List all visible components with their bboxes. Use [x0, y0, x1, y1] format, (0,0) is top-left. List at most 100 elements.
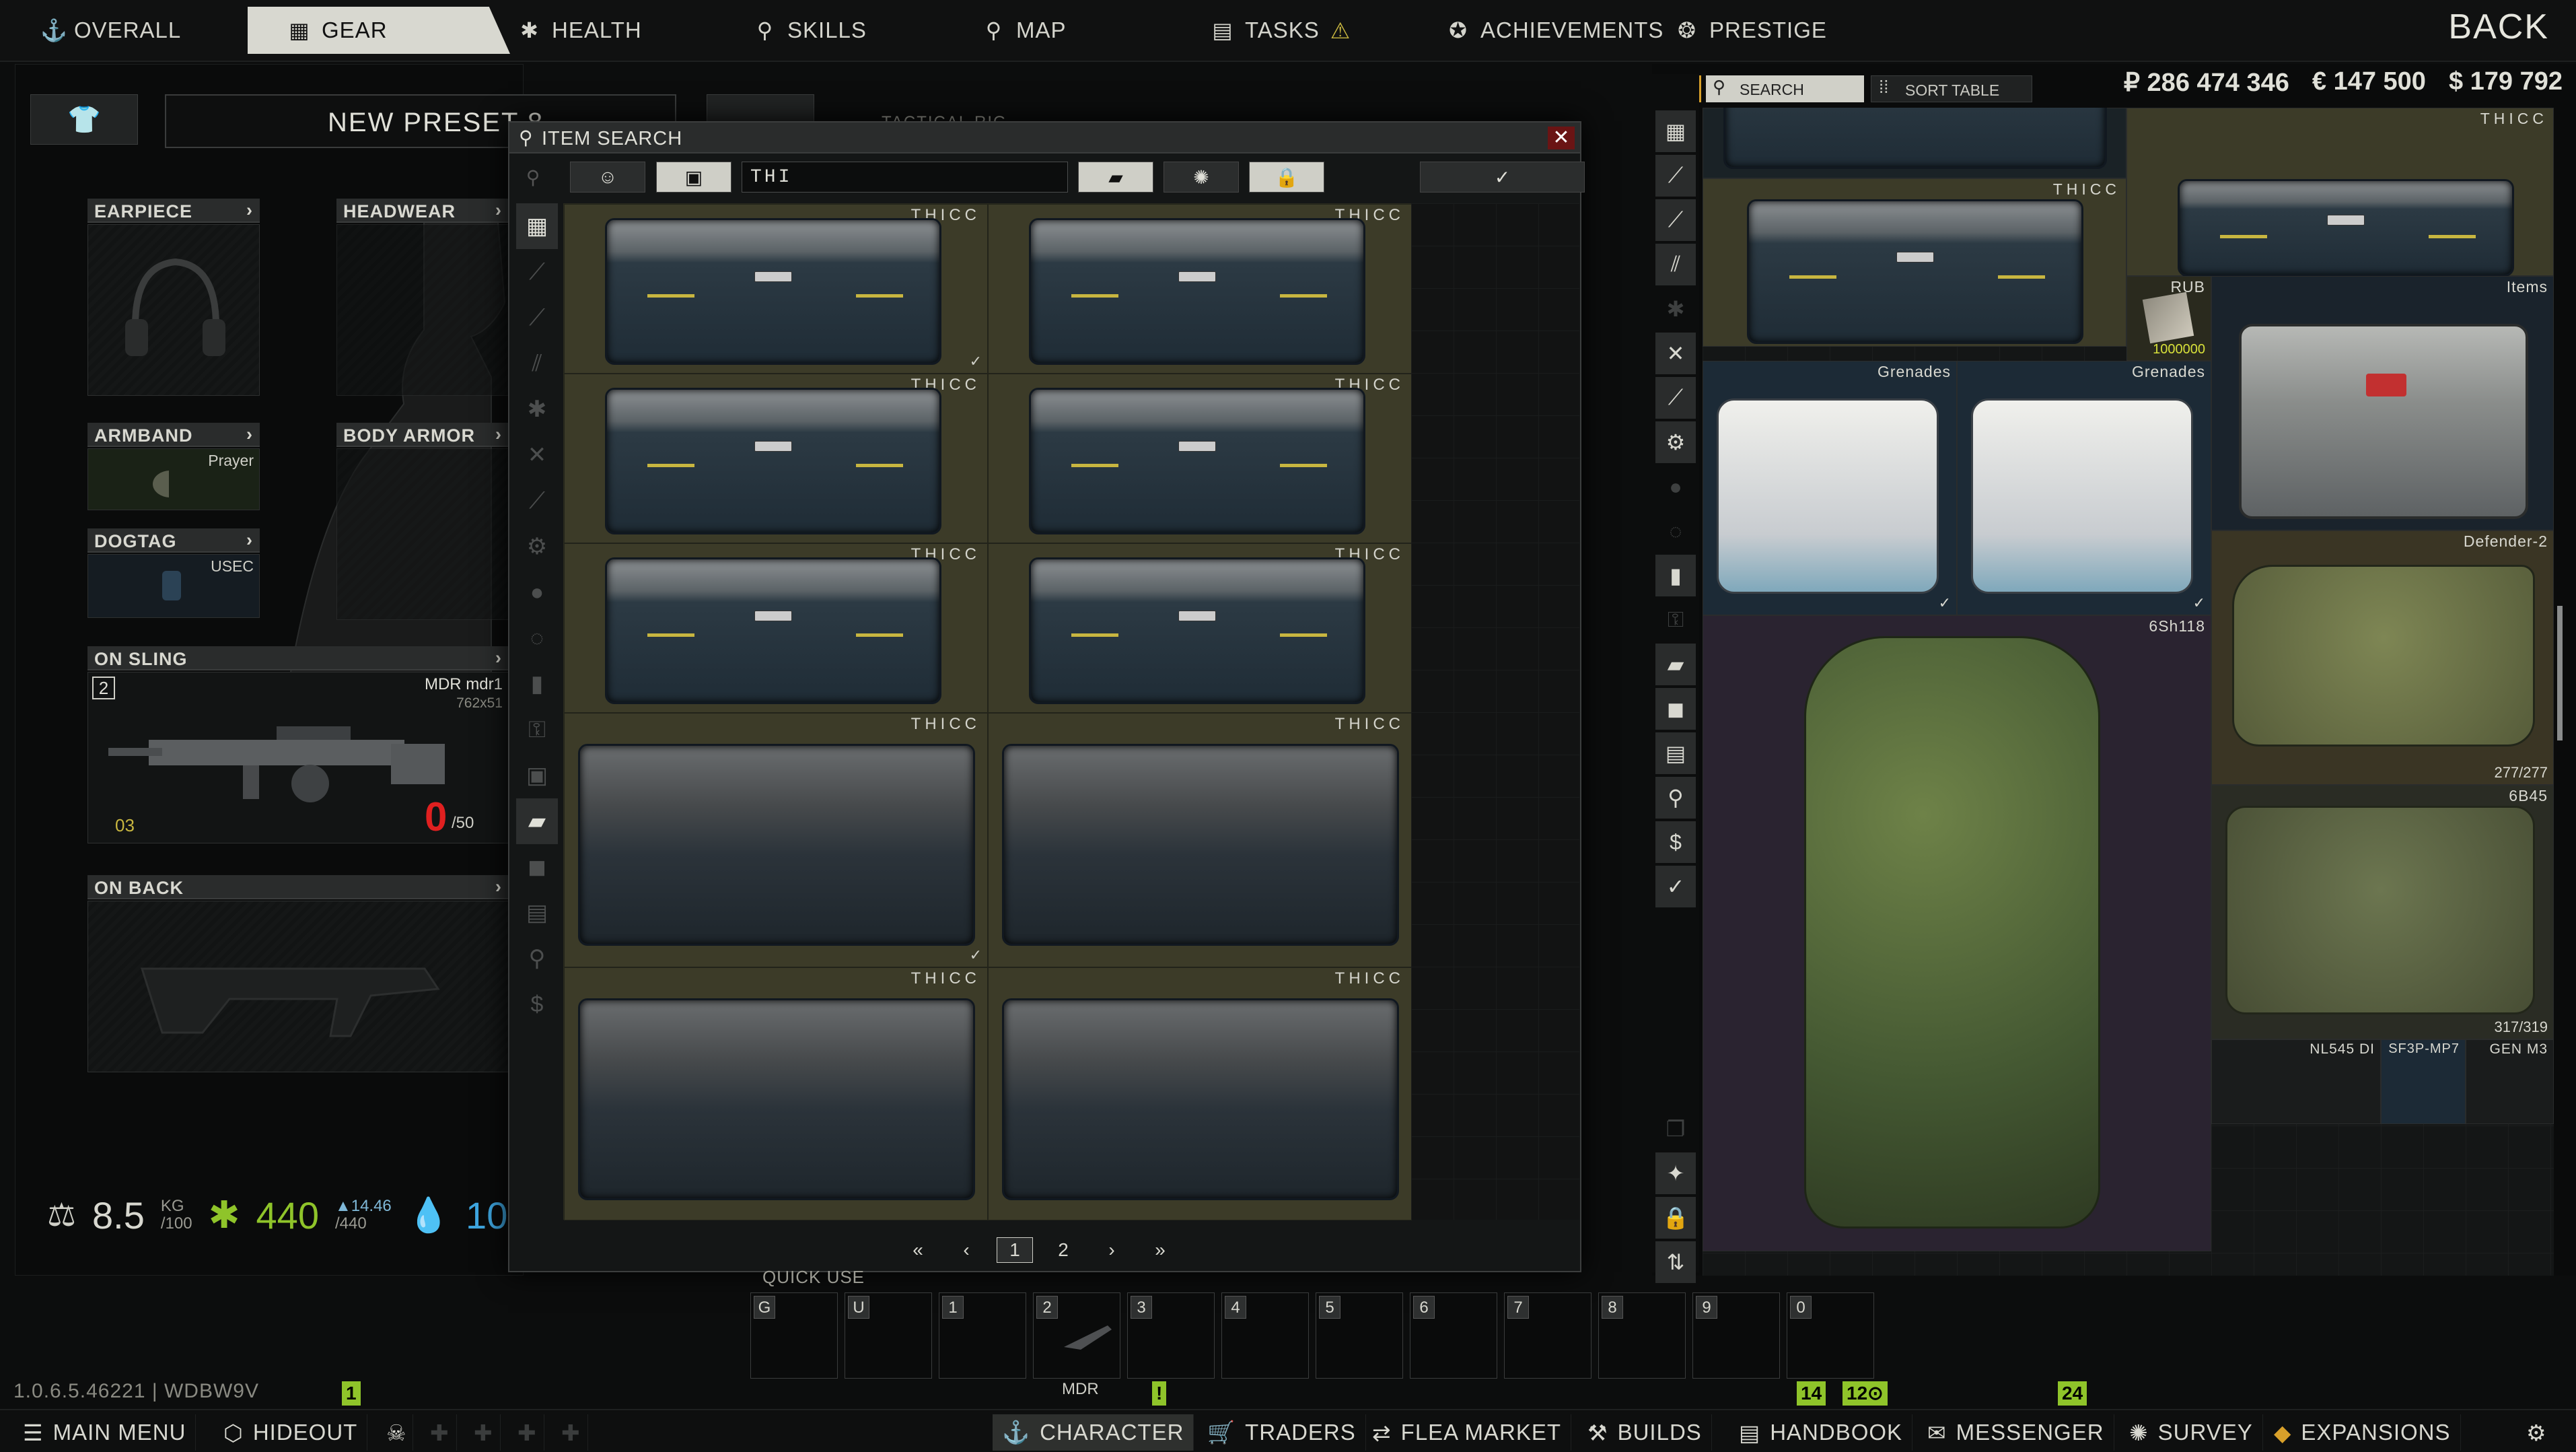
category-rig-icon[interactable]: ▣: [516, 753, 558, 798]
builds-button[interactable]: ⚒ BUILDS: [1578, 1414, 1712, 1451]
category-knives-icon[interactable]: ⟋: [516, 295, 558, 341]
category-ammo-icon[interactable]: ⫽: [516, 341, 558, 386]
chevron-right-icon[interactable]: ›: [495, 876, 502, 897]
preset-icon[interactable]: 👕: [30, 94, 138, 145]
filter-gear-button[interactable]: ✺: [1164, 162, 1239, 193]
stash-item-grenades-b[interactable]: Grenades ✓: [1957, 361, 2211, 615]
add-member-1[interactable]: ✚: [421, 1414, 457, 1451]
filter-knives-icon[interactable]: ⟋: [1655, 199, 1696, 241]
settings-icon[interactable]: ⚙: [2517, 1414, 2556, 1451]
category-weapons-icon[interactable]: ⟋: [516, 249, 558, 295]
tab-skills[interactable]: ⚲ SKILLS: [713, 7, 956, 54]
close-button[interactable]: ✕: [1548, 127, 1575, 149]
category-all-icon[interactable]: ▦: [516, 203, 558, 249]
stash-item[interactable]: [1703, 108, 2126, 178]
quick-slot-4[interactable]: 4: [1221, 1292, 1309, 1379]
quick-slot-6[interactable]: 6: [1410, 1292, 1497, 1379]
filter-character-button[interactable]: ☺: [570, 162, 645, 193]
tab-overall[interactable]: ⚓ OVERALL: [0, 7, 242, 54]
filter-medical-icon[interactable]: ✱: [1655, 288, 1696, 330]
chevron-right-icon[interactable]: ›: [246, 424, 253, 445]
chevron-right-icon[interactable]: ›: [246, 530, 253, 551]
quick-slot-8[interactable]: 8: [1598, 1292, 1686, 1379]
add-member-3[interactable]: ✚: [508, 1414, 544, 1451]
page-2-button[interactable]: 2: [1045, 1237, 1081, 1263]
item-search-input[interactable]: [742, 162, 1068, 193]
quick-slot-7[interactable]: 7: [1504, 1292, 1591, 1379]
hideout-button[interactable]: ⬡ HIDEOUT: [214, 1414, 368, 1451]
stash-item[interactable]: THICC: [2126, 108, 2554, 277]
stash-item-gen-m3[interactable]: GEN M3: [2466, 1039, 2554, 1124]
filter-containers-icon[interactable]: ▰: [1655, 644, 1696, 685]
category-tools-icon[interactable]: ⟋: [516, 478, 558, 524]
chevron-right-icon[interactable]: ›: [495, 648, 502, 668]
filter-special-icon[interactable]: ⚲: [1655, 777, 1696, 819]
filter-grenade-icon[interactable]: ●: [1655, 466, 1696, 508]
category-barter-icon[interactable]: ◌: [516, 615, 558, 661]
category-medical-icon[interactable]: ✱: [516, 386, 558, 432]
handbook-button[interactable]: ▤ HANDBOOK: [1729, 1414, 1913, 1451]
category-armor-icon[interactable]: ◼: [516, 844, 558, 890]
last-page-button[interactable]: »: [1142, 1237, 1178, 1263]
sort-table-button[interactable]: SORT TABLE: [1871, 75, 2032, 102]
headwear-slot[interactable]: [336, 224, 509, 396]
stash-item-sf3p[interactable]: SF3P-MP7: [2381, 1039, 2466, 1124]
category-money-icon[interactable]: $: [516, 981, 558, 1027]
category-grenade-icon[interactable]: ●: [516, 569, 558, 615]
dogtag-slot[interactable]: USEC: [87, 554, 260, 618]
chevron-right-icon[interactable]: ›: [246, 200, 253, 221]
search-filter-icon[interactable]: ⚲: [516, 162, 550, 193]
messenger-button[interactable]: ✉ MESSENGER: [1918, 1414, 2114, 1451]
filter-all-icon[interactable]: ▦: [1655, 110, 1696, 152]
chevron-right-icon[interactable]: ›: [495, 200, 502, 221]
prev-page-button[interactable]: ‹: [948, 1237, 985, 1263]
quick-slot-3[interactable]: 3: [1127, 1292, 1215, 1379]
result-item[interactable]: THICC: [988, 204, 1412, 374]
quick-slot-1[interactable]: 1: [939, 1292, 1026, 1379]
copy-icon[interactable]: ❐: [1655, 1108, 1696, 1150]
filter-keys-icon[interactable]: ⚿: [1655, 599, 1696, 641]
stash-item-armor[interactable]: Defender-2 277/277: [2211, 530, 2554, 785]
category-special-icon[interactable]: ⚲: [516, 936, 558, 981]
quick-slot-2[interactable]: 2: [1033, 1292, 1120, 1379]
filter-weapons-icon[interactable]: ⟋: [1655, 155, 1696, 197]
result-item[interactable]: THICC: [988, 374, 1412, 543]
character-button[interactable]: ⚓ CHARACTER: [993, 1414, 1194, 1451]
filter-provisions-icon[interactable]: ▮: [1655, 555, 1696, 596]
filter-money-icon[interactable]: $: [1655, 821, 1696, 863]
add-member-4[interactable]: ✚: [552, 1414, 588, 1451]
survey-button[interactable]: ✺ SURVEY: [2120, 1414, 2263, 1451]
back-button[interactable]: BACK: [2448, 7, 2549, 47]
category-mods-icon[interactable]: ⚙: [516, 524, 558, 569]
page-1-button[interactable]: 1: [997, 1237, 1033, 1263]
quick-slot-g[interactable]: G: [750, 1292, 838, 1379]
stash-item-backpack[interactable]: 6Sh118: [1703, 615, 2211, 1251]
stash-item[interactable]: THICC: [1703, 178, 2126, 347]
expansions-button[interactable]: ◆ EXPANSIONS: [2264, 1414, 2461, 1451]
first-page-button[interactable]: «: [900, 1237, 936, 1263]
group-member-icon[interactable]: ☠: [377, 1414, 413, 1451]
body-armor-slot[interactable]: [336, 448, 509, 620]
filter-stash-button[interactable]: ▣: [656, 162, 731, 193]
filter-checked-icon[interactable]: ✓: [1655, 866, 1696, 907]
result-item[interactable]: THICC: [564, 543, 988, 713]
flea-market-button[interactable]: ⇄ FLEA MARKET: [1363, 1414, 1572, 1451]
filter-barter-icon[interactable]: ◌: [1655, 510, 1696, 552]
stash-scrollbar[interactable]: [2557, 606, 2563, 740]
filter-mods-icon[interactable]: ⚙: [1655, 421, 1696, 463]
stash-item-nl545[interactable]: NL545 DI: [2211, 1039, 2381, 1124]
tab-gear[interactable]: ▦ GEAR: [248, 7, 510, 54]
traders-button[interactable]: 🛒 TRADERS: [1198, 1414, 1366, 1451]
earpiece-slot[interactable]: [87, 224, 260, 396]
main-menu-button[interactable]: ☰ MAIN MENU: [13, 1414, 196, 1451]
category-provisions-icon[interactable]: ▮: [516, 661, 558, 707]
result-item[interactable]: THICC: [564, 374, 988, 543]
category-melee-icon[interactable]: ✕: [516, 432, 558, 478]
next-page-button[interactable]: ›: [1094, 1237, 1130, 1263]
filter-containers-button[interactable]: ▰: [1078, 162, 1153, 193]
filter-tools-icon[interactable]: ⟋: [1655, 377, 1696, 419]
result-item[interactable]: THICC: [988, 543, 1412, 713]
filter-info-icon[interactable]: ▤: [1655, 732, 1696, 774]
pin-icon[interactable]: ✦: [1655, 1152, 1696, 1194]
quick-slot-0[interactable]: 0: [1787, 1292, 1874, 1379]
